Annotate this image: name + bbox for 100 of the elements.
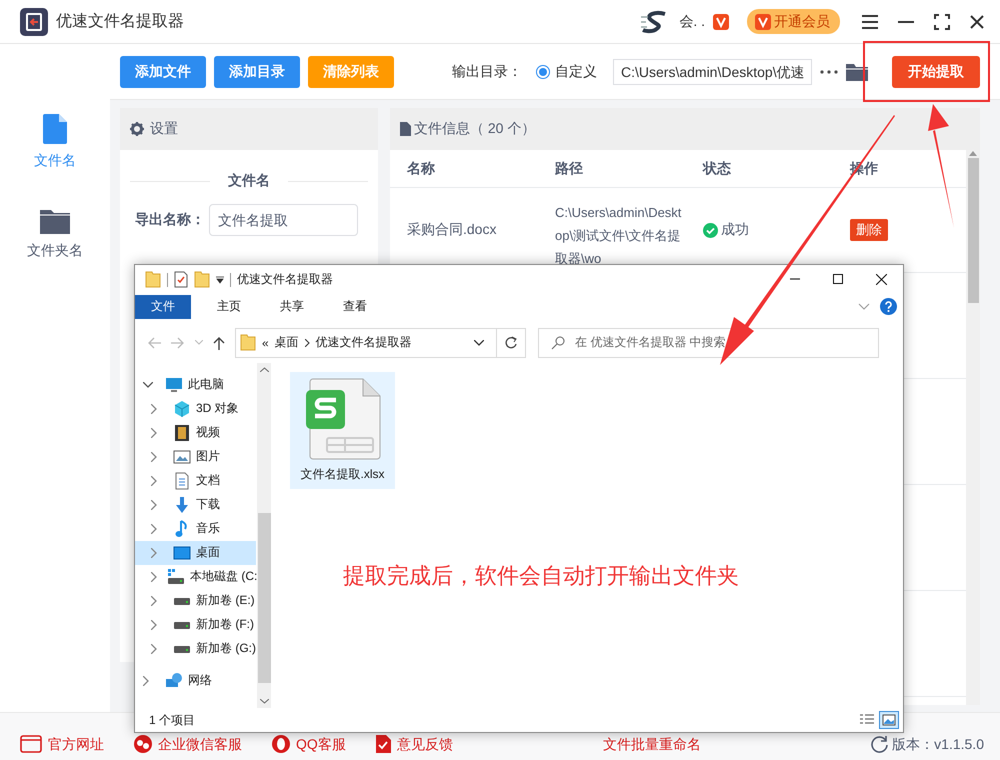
- footer-link[interactable]: 官方网址: [20, 735, 104, 753]
- scroll-up-icon[interactable]: [260, 366, 268, 372]
- cube-icon: [173, 400, 191, 418]
- monitor-icon: [173, 544, 191, 562]
- drive-icon: [173, 598, 191, 605]
- penguin-icon: [272, 735, 290, 753]
- file-item[interactable]: 文件名提取.xlsx: [290, 372, 395, 489]
- document-icon: [400, 122, 411, 136]
- table-cell-text: 采购合同.docx: [406, 221, 498, 239]
- breadcrumb-item[interactable]: 桌面: [274, 334, 299, 352]
- chevron-down-icon[interactable]: [143, 382, 153, 388]
- scrollbar-thumb[interactable]: [968, 158, 978, 303]
- vip-icon: [755, 14, 771, 30]
- file-icon: [43, 114, 67, 144]
- ribbon-tab[interactable]: 共享: [264, 294, 317, 319]
- refresh-icon[interactable]: [505, 336, 517, 350]
- up-arrow-icon[interactable]: [213, 336, 225, 350]
- field-label: 导出名称：: [135, 211, 206, 229]
- nav-item[interactable]: 此电脑: [135, 372, 256, 397]
- chevron-right-icon[interactable]: [151, 548, 157, 558]
- close-icon[interactable]: [876, 274, 887, 286]
- custom-radio[interactable]: 自定义: [536, 62, 597, 80]
- rename-link[interactable]: 文件批量重命名: [602, 736, 701, 753]
- chevron-right-icon[interactable]: [151, 404, 157, 414]
- network-icon: [165, 672, 183, 690]
- chevron-right-icon[interactable]: [143, 676, 149, 686]
- computer-icon: [165, 376, 183, 394]
- feedback-icon: [376, 735, 391, 753]
- search-icon: [551, 336, 565, 350]
- dropdown-icon[interactable]: [216, 276, 224, 284]
- output-path-field[interactable]: C:\Users\admin\Desktop\优速: [613, 58, 812, 84]
- chevron-right-icon[interactable]: [151, 572, 157, 582]
- menu-icon[interactable]: [862, 14, 878, 28]
- help-icon[interactable]: [880, 298, 897, 316]
- scrollbar-thumb[interactable]: [258, 513, 270, 684]
- ribbon-tab[interactable]: 文件: [135, 294, 191, 319]
- settings-icon: [130, 122, 144, 136]
- scroll-down-icon[interactable]: [260, 699, 268, 704]
- film-icon: [173, 424, 191, 442]
- nav-item[interactable]: 音乐: [135, 516, 256, 541]
- chevron-right-icon[interactable]: [151, 476, 157, 486]
- checklist-icon[interactable]: [174, 271, 188, 288]
- chevron-right-icon[interactable]: [151, 500, 157, 510]
- vip-icon: [713, 14, 729, 30]
- more-icon[interactable]: [820, 70, 838, 74]
- nav-item[interactable]: 文档: [135, 468, 256, 493]
- close-icon[interactable]: [970, 14, 984, 28]
- user-name: 会. .: [679, 12, 705, 30]
- address-bar[interactable]: « 桌面 优速文件名提取器: [235, 328, 497, 358]
- large-icons-view-icon[interactable]: [879, 711, 899, 730]
- nav-item[interactable]: 图片: [135, 444, 256, 469]
- folder-icon: [40, 208, 70, 234]
- nav-item[interactable]: 新加卷 (F:): [135, 612, 256, 637]
- status-text: 成功: [721, 221, 749, 239]
- nav-item[interactable]: 下载: [135, 492, 256, 517]
- version-text: 版本：v1.1.5.0: [892, 736, 984, 753]
- search-field[interactable]: 在 优速文件名提取器 中搜索: [538, 328, 879, 358]
- chevron-right-icon[interactable]: [151, 644, 157, 654]
- nav-item[interactable]: 本地磁盘 (C:: [135, 564, 256, 589]
- app-title: 优速文件名提取器: [56, 12, 184, 32]
- chevron-right-icon[interactable]: [151, 620, 157, 630]
- web-icon: [20, 735, 42, 753]
- footer-link[interactable]: QQ客服: [272, 735, 346, 753]
- nav-item[interactable]: 新加卷 (G:): [135, 636, 256, 661]
- maximize-icon[interactable]: [833, 274, 843, 284]
- nav-item[interactable]: 网络: [135, 668, 256, 693]
- chevron-right-icon[interactable]: [151, 428, 157, 438]
- image-icon: [173, 448, 191, 466]
- spreadsheet-file-icon: [304, 378, 380, 460]
- nav-item[interactable]: 新加卷 (E:): [135, 588, 256, 613]
- ribbon-tab[interactable]: 查看: [327, 294, 380, 319]
- drive-icon: [173, 646, 191, 653]
- nav-item[interactable]: 视频: [135, 420, 256, 445]
- breadcrumb-item[interactable]: 优速文件名提取器: [316, 334, 412, 352]
- app-logo-icon: [20, 8, 48, 36]
- success-icon: [703, 222, 718, 238]
- annotation-text: 提取完成后，软件会自动打开输出文件夹: [343, 562, 739, 590]
- folder-icon[interactable]: [846, 62, 868, 80]
- chevron-right-icon[interactable]: [151, 596, 157, 606]
- chat-icon: [134, 735, 152, 753]
- delete-button[interactable]: 删除: [850, 219, 888, 241]
- ribbon-tab[interactable]: 主页: [201, 294, 254, 319]
- footer-link[interactable]: 意见反馈: [376, 735, 453, 753]
- footer-link[interactable]: 企业微信客服: [134, 735, 242, 753]
- download-arrow-icon: [173, 496, 191, 514]
- chevron-down-icon[interactable]: [474, 340, 484, 346]
- drive-icon: [173, 622, 191, 629]
- start-button[interactable]: 开始提取: [892, 56, 980, 88]
- folder-icon: [145, 271, 161, 288]
- column-header: 状态: [702, 160, 732, 178]
- sidebar-item[interactable]: 文件夹名: [27, 208, 83, 260]
- chevron-right-icon[interactable]: [151, 524, 157, 534]
- chevron-right-icon[interactable]: [151, 452, 157, 462]
- table-cell-text: C:\Users\admin\Desktop\测试文件\文件名提取器\wo: [554, 204, 682, 268]
- name-field[interactable]: 文件名提取: [209, 204, 358, 236]
- drive-icon: [167, 568, 185, 586]
- nav-item[interactable]: 3D 对象: [135, 396, 256, 421]
- fullscreen-icon[interactable]: [934, 14, 950, 30]
- nav-item[interactable]: 桌面: [135, 540, 256, 565]
- document-icon: [173, 472, 191, 490]
